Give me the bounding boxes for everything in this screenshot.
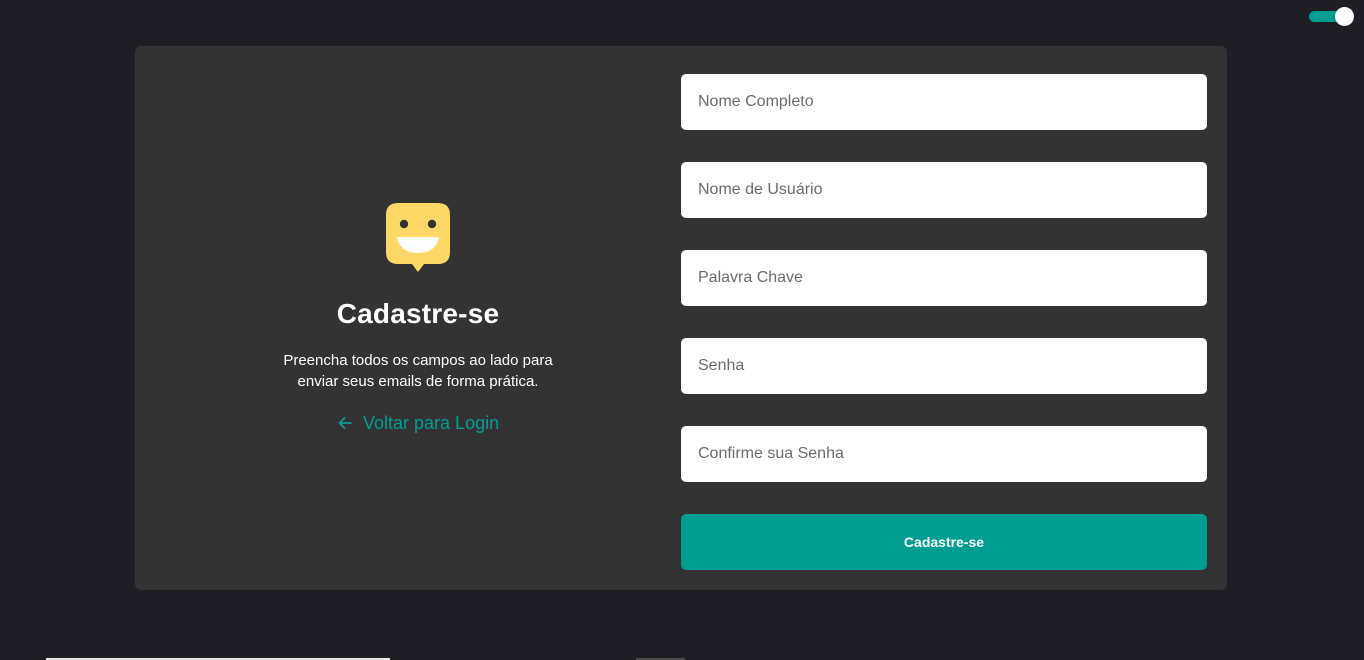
smiley-speech-bubble-icon [386,203,450,272]
theme-toggle-switch[interactable] [1309,7,1355,27]
signup-card: Cadastre-se Preencha todos os campos ao … [135,46,1227,590]
arrow-left-icon [338,417,352,429]
toggle-knob [1335,7,1354,26]
signup-submit-button[interactable]: Cadastre-se [681,514,1207,570]
signup-form: Cadastre-se [681,74,1207,570]
back-to-login-label: Voltar para Login [363,412,500,433]
signup-intro: Cadastre-se Preencha todos os campos ao … [135,46,681,590]
back-to-login-link[interactable]: Voltar para Login [337,412,499,434]
signup-description: Preencha todos os campos ao lado para en… [283,352,553,390]
username-input[interactable] [681,162,1207,218]
keyword-input[interactable] [681,250,1207,306]
page-title: Cadastre-se [336,298,500,329]
password-input[interactable] [681,338,1207,394]
full-name-input[interactable] [681,74,1207,130]
confirm-password-input[interactable] [681,426,1207,482]
page: Cadastre-se Preencha todos os campos ao … [0,0,1364,660]
